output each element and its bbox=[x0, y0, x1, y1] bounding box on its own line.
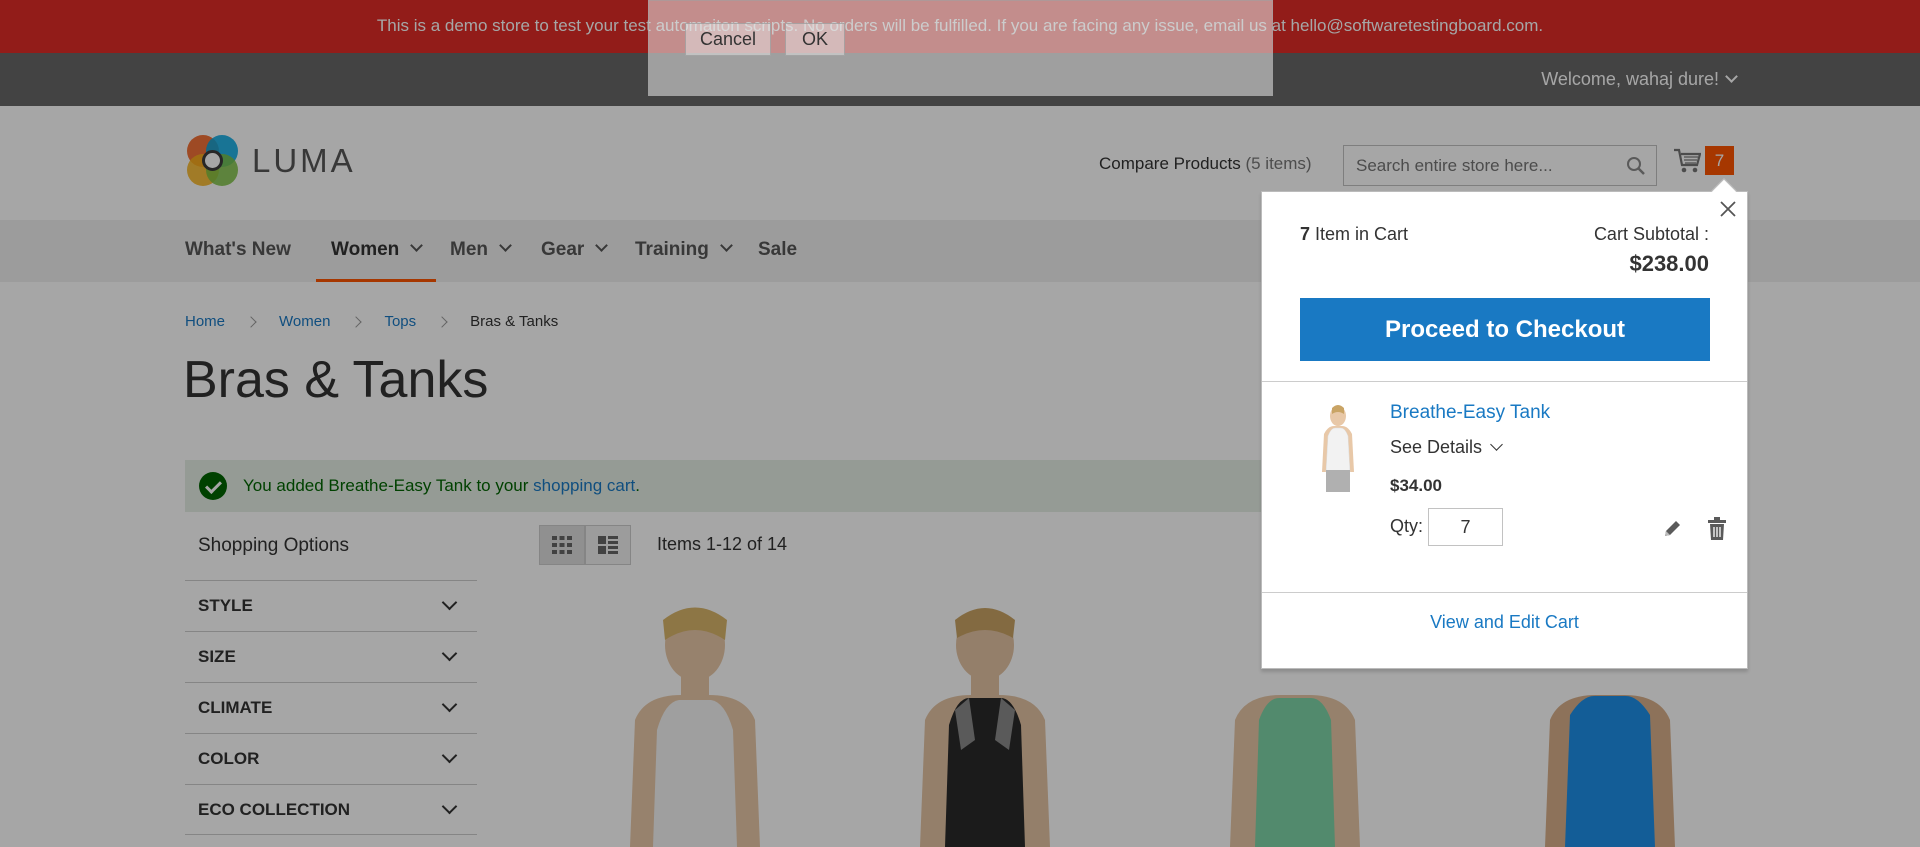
cart-subtotal-label: Cart Subtotal : bbox=[1593, 224, 1709, 244]
chevron-down-icon bbox=[1490, 438, 1503, 451]
dialog-ok-button[interactable]: OK bbox=[785, 23, 846, 56]
pencil-icon[interactable] bbox=[1662, 519, 1682, 539]
dialog-cancel-button[interactable]: Cancel bbox=[685, 23, 772, 56]
divider bbox=[1262, 592, 1747, 593]
cart-item-thumbnail[interactable] bbox=[1302, 402, 1374, 494]
cart-item-count: 7 Item in Cart bbox=[1300, 224, 1408, 245]
confirm-dialog: Cancel OK bbox=[648, 0, 1273, 96]
see-details-label: See Details bbox=[1390, 437, 1483, 457]
divider bbox=[1262, 381, 1747, 382]
cart-subtotal-value: $238.00 bbox=[1629, 251, 1709, 276]
see-details-toggle[interactable]: See Details bbox=[1390, 437, 1503, 458]
proceed-to-checkout-button[interactable]: Proceed to Checkout bbox=[1300, 298, 1710, 361]
cart-item-name-link[interactable]: Breathe-Easy Tank bbox=[1390, 402, 1550, 424]
close-icon[interactable] bbox=[1717, 198, 1739, 220]
qty-label: Qty: bbox=[1390, 516, 1424, 536]
view-and-edit-cart-link[interactable]: View and Edit Cart bbox=[1262, 612, 1747, 633]
qty-input[interactable]: 7 bbox=[1428, 508, 1503, 546]
cart-count-number: 7 bbox=[1300, 224, 1311, 244]
minicart-dropdown: 7 Item in Cart Cart Subtotal : $238.00 P… bbox=[1261, 178, 1748, 669]
cart-count-label: Item in Cart bbox=[1310, 224, 1409, 244]
trash-icon[interactable] bbox=[1707, 517, 1727, 541]
cart-item-price: $34.00 bbox=[1390, 476, 1442, 495]
